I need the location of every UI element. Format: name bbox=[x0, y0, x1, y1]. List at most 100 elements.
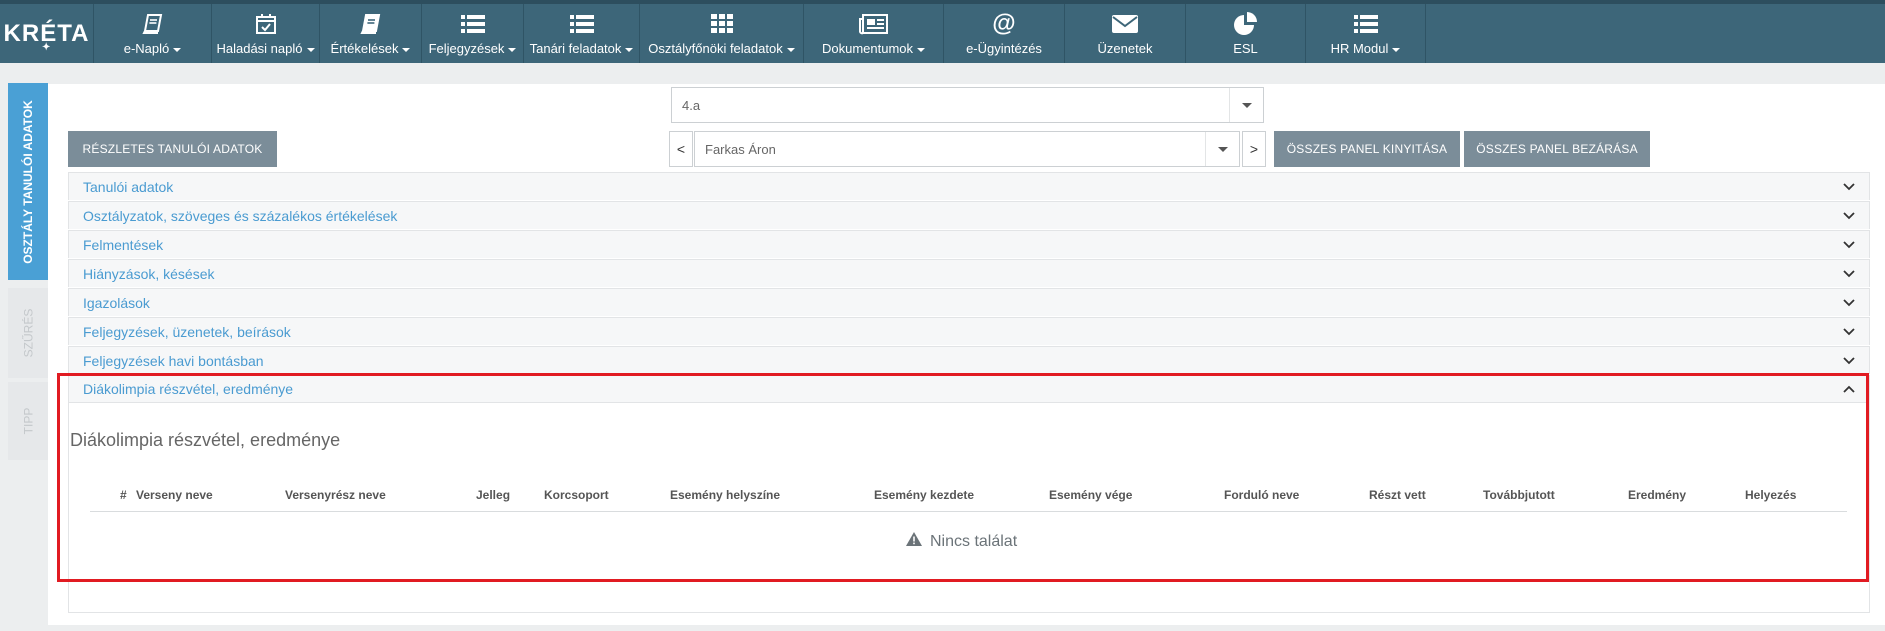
nav-tanari-feladatok[interactable]: Tanári feladatok bbox=[524, 4, 640, 63]
top-navbar: KRÉTA ✦ e-Napló Haladási napló Értékelés… bbox=[0, 0, 1885, 63]
column-header[interactable]: Korcsoport bbox=[544, 488, 609, 502]
class-select-value: 4.a bbox=[682, 97, 701, 113]
panel-igazolasok[interactable]: Igazolások bbox=[68, 288, 1870, 316]
book-icon bbox=[359, 11, 383, 37]
chevron-down-icon bbox=[173, 47, 182, 52]
column-header[interactable]: Helyezés bbox=[1745, 488, 1796, 502]
button-label: RÉSZLETES TANULÓI ADATOK bbox=[82, 142, 263, 156]
nav-label: e-Ügyintézés bbox=[966, 41, 1042, 56]
kreta-logo[interactable]: KRÉTA ✦ bbox=[0, 4, 94, 63]
chevron-down-icon[interactable] bbox=[1829, 298, 1869, 307]
side-tab-label: SZŰRÉS bbox=[21, 308, 35, 358]
column-header[interactable]: Jelleg bbox=[476, 488, 510, 502]
next-student-button[interactable]: > bbox=[1242, 131, 1266, 167]
nav-esl[interactable]: ESL bbox=[1186, 4, 1306, 63]
chevron-down-icon bbox=[1392, 47, 1401, 52]
nav-uzenetek[interactable]: Üzenetek bbox=[1065, 4, 1186, 63]
column-header[interactable]: Verseny neve bbox=[136, 488, 213, 502]
nav-label: Értékelések bbox=[330, 41, 399, 56]
side-tab-osztaly-tanuloi-adatok[interactable]: OSZTÁLY TANULÓI ADATOK bbox=[8, 83, 48, 280]
student-select[interactable]: Farkas Áron bbox=[694, 131, 1240, 167]
warning-icon bbox=[906, 532, 922, 551]
side-tab-label: TIPP bbox=[20, 407, 35, 435]
panel-hianyzasok[interactable]: Hiányzások, késések bbox=[68, 259, 1870, 287]
chevron-down-icon bbox=[306, 47, 315, 52]
column-header[interactable]: Forduló neve bbox=[1224, 488, 1299, 502]
panel-feljegyzesek-havi[interactable]: Feljegyzések havi bontásban bbox=[68, 346, 1870, 374]
nav-label: Haladási napló bbox=[216, 41, 303, 56]
nav-e-naplo[interactable]: e-Napló bbox=[94, 4, 212, 63]
list-icon bbox=[569, 11, 595, 37]
nav-e-ugyintezes[interactable]: @ e-Ügyintézés bbox=[944, 4, 1065, 63]
envelope-icon bbox=[1111, 11, 1139, 37]
chevron-down-icon bbox=[625, 47, 634, 52]
nav-label: Tanári feladatok bbox=[529, 41, 622, 56]
section-title: Diákolimpia részvétel, eredménye bbox=[70, 430, 341, 450]
chevron-down-icon[interactable] bbox=[1829, 211, 1869, 220]
nav-label: Osztályfőnöki feladatok bbox=[648, 41, 783, 56]
side-tab-szures[interactable]: SZŰRÉS bbox=[8, 288, 48, 378]
list-icon bbox=[1353, 11, 1379, 37]
nav-feljegyzesek[interactable]: Feljegyzések bbox=[422, 4, 524, 63]
collapse-all-panels-button[interactable]: ÖSSZES PANEL BEZÁRÁSA bbox=[1464, 131, 1650, 167]
column-header[interactable]: Esemény vége bbox=[1049, 488, 1132, 502]
button-label: ÖSSZES PANEL BEZÁRÁSA bbox=[1476, 142, 1638, 156]
detailed-student-data-button[interactable]: RÉSZLETES TANULÓI ADATOK bbox=[68, 131, 277, 167]
nav-osztalyfonoki-feladatok[interactable]: Osztályfőnöki feladatok bbox=[640, 4, 804, 63]
panel-title: Tanulói adatok bbox=[83, 178, 174, 195]
panel-tanuloi-adatok[interactable]: Tanulói adatok bbox=[68, 172, 1870, 200]
column-header[interactable]: Részt vett bbox=[1369, 488, 1426, 502]
panel-title: Felmentések bbox=[83, 236, 164, 253]
chevron-down-icon[interactable] bbox=[1829, 269, 1869, 278]
nav-label: Dokumentumok bbox=[821, 41, 914, 56]
column-header[interactable]: # bbox=[120, 488, 127, 502]
empty-state-text: Nincs találat bbox=[930, 532, 1018, 550]
chevron-down-icon bbox=[786, 47, 795, 52]
panel-title: Igazolások bbox=[83, 294, 150, 311]
chevron-right-icon: > bbox=[1249, 141, 1259, 157]
class-select[interactable]: 4.a bbox=[671, 87, 1264, 123]
nav-label: Feljegyzések bbox=[428, 41, 505, 56]
panel-osztalyzatok[interactable]: Osztályzatok, szöveges és százalékos ért… bbox=[68, 201, 1870, 229]
column-header[interactable]: Továbbjutott bbox=[1483, 488, 1555, 502]
chevron-up-icon[interactable] bbox=[1829, 385, 1869, 393]
pie-chart-icon bbox=[1233, 11, 1259, 37]
column-header[interactable]: Eredmény bbox=[1628, 488, 1686, 502]
column-header[interactable]: Esemény helyszíne bbox=[670, 488, 780, 502]
newspaper-icon bbox=[858, 11, 889, 37]
panel-title: Diákolimpia részvétel, eredménye bbox=[83, 381, 294, 397]
chevron-down-icon bbox=[402, 47, 411, 52]
student-select-value: Farkas Áron bbox=[705, 141, 776, 157]
chevron-down-icon[interactable] bbox=[1829, 182, 1869, 191]
nav-label: ESL bbox=[1233, 41, 1258, 56]
nav-label: e-Napló bbox=[123, 41, 170, 56]
panel-feljegyzesek[interactable]: Feljegyzések, üzenetek, beírások bbox=[68, 317, 1870, 345]
nav-dokumentumok[interactable]: Dokumentumok bbox=[804, 4, 944, 63]
chevron-down-icon[interactable] bbox=[1829, 327, 1869, 336]
chevron-down-icon bbox=[917, 47, 926, 52]
nav-haladasi-naplo[interactable]: Haladási napló bbox=[212, 4, 320, 63]
nav-ertekelesek[interactable]: Értékelések bbox=[320, 4, 422, 63]
expand-all-panels-button[interactable]: ÖSSZES PANEL KINYITÁSA bbox=[1274, 131, 1460, 167]
side-tab-tipp[interactable]: TIPP bbox=[8, 382, 48, 460]
chevron-left-icon: < bbox=[676, 141, 686, 157]
chevron-down-icon[interactable] bbox=[1829, 240, 1869, 249]
panel-title: Osztályzatok, szöveges és százalékos ért… bbox=[83, 207, 398, 224]
chevron-down-icon[interactable] bbox=[1205, 132, 1239, 166]
chevron-down-icon bbox=[508, 47, 517, 52]
chevron-down-icon[interactable] bbox=[1229, 88, 1263, 122]
nav-hr-modul[interactable]: HR Modul bbox=[1306, 4, 1426, 63]
side-tab-label: OSZTÁLY TANULÓI ADATOK bbox=[21, 99, 35, 264]
nav-label: HR Modul bbox=[1330, 41, 1389, 56]
button-label: ÖSSZES PANEL KINYITÁSA bbox=[1286, 142, 1448, 156]
column-header[interactable]: Esemény kezdete bbox=[874, 488, 974, 502]
panel-felmentesek[interactable]: Felmentések bbox=[68, 230, 1870, 258]
panel-title: Hiányzások, késések bbox=[83, 265, 215, 282]
chevron-down-icon[interactable] bbox=[1829, 356, 1869, 365]
logo-star-icon: ✦ bbox=[42, 42, 52, 53]
panel-title: Feljegyzések havi bontásban bbox=[83, 352, 264, 369]
calendar-check-icon bbox=[254, 11, 278, 37]
prev-student-button[interactable]: < bbox=[669, 131, 693, 167]
column-header[interactable]: Versenyrész neve bbox=[285, 488, 386, 502]
panel-diakolimpia[interactable]: Diákolimpia részvétel, eredménye bbox=[68, 375, 1870, 403]
